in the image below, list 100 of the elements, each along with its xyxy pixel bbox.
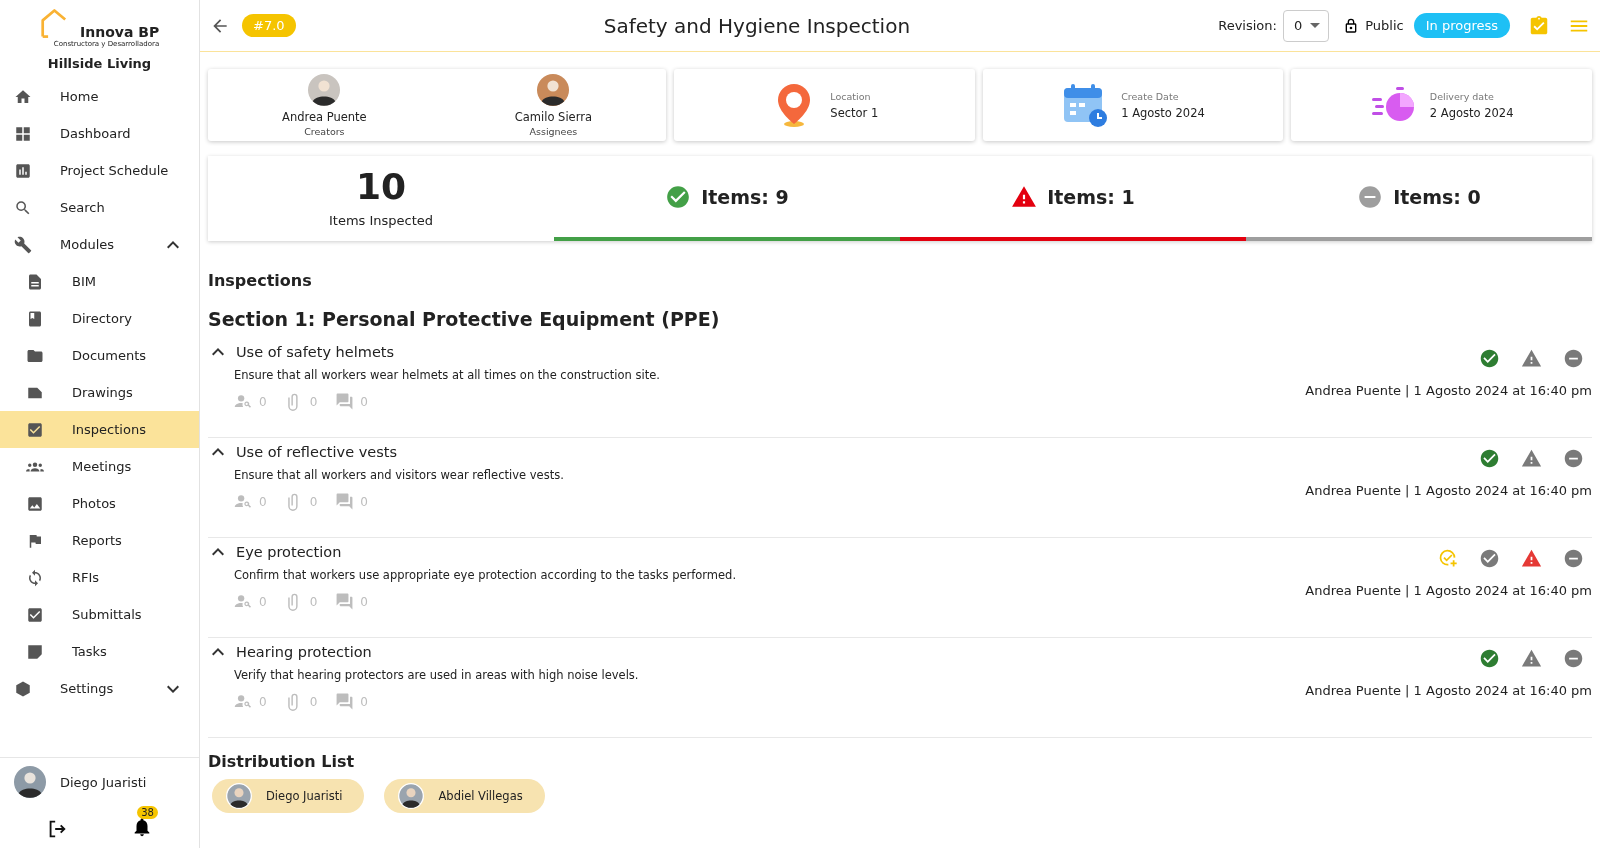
caret-icon[interactable] (212, 348, 224, 356)
sidebar-item[interactable]: Photos (0, 485, 199, 522)
version-badge: #7.0 (242, 14, 296, 37)
note-icon (26, 642, 44, 661)
stat-count: Items: 9 (701, 185, 789, 208)
attachment-count: 0 (309, 594, 318, 609)
sync-icon (26, 568, 44, 587)
warning-icon[interactable] (1521, 348, 1542, 369)
person-name: Andrea Puente (282, 109, 367, 124)
sidebar-item[interactable]: Documents (0, 337, 199, 374)
person-name: Camilo Sierra (514, 109, 592, 124)
sidebar-item[interactable]: Inspections (0, 411, 199, 448)
revision-label: Revision: (1218, 18, 1277, 33)
section-title: Section 1: Personal Protective Equipment (PPE) (208, 308, 721, 330)
sidebar-item[interactable]: Settings (0, 670, 199, 707)
stat-count: Items: 0 (1393, 185, 1481, 208)
comment-count: 0 (360, 494, 368, 509)
total-count: 10 (355, 169, 407, 205)
avatar (308, 73, 341, 106)
attachment-count: 0 (309, 694, 318, 709)
item-description: Confirm that workers use appropriate eye protection according to the tasks performed. (234, 568, 737, 582)
revision-select[interactable]: 0 (1282, 9, 1330, 42)
caret-icon[interactable] (212, 448, 224, 456)
comment-count: 0 (360, 394, 368, 409)
person-chip[interactable]: Diego Juaristi (212, 779, 365, 813)
settings-icon (14, 679, 32, 698)
item-description: Ensure that all workers wear helmets at all times on the construction site. (234, 368, 660, 382)
sidebar-item[interactable]: Dashboard (0, 115, 199, 152)
sidebar-item[interactable]: Reports (0, 522, 199, 559)
avatar (537, 73, 570, 106)
item-author: Andrea Puente | 1 Agosto 2024 at 16:40 pm (1305, 383, 1592, 398)
person-chip[interactable]: Abdiel Villegas (384, 779, 545, 813)
project-name: Hillside Living (47, 56, 152, 71)
dropdown-caret-icon (1310, 23, 1321, 28)
sidebar-item[interactable]: Drawings (0, 374, 199, 411)
sidebar-item[interactable]: Search (0, 189, 199, 226)
distribution-heading: Distribution List (208, 752, 356, 771)
sidebar-item[interactable]: Modules (0, 226, 199, 263)
sidebar-item[interactable]: Project Schedule (0, 152, 199, 189)
avatar (226, 783, 252, 809)
warning-icon[interactable] (1521, 448, 1542, 469)
sidebar-item[interactable]: Submittals (0, 596, 199, 633)
avatar (398, 783, 425, 809)
item-description: Ensure that all workers and visitors wear reflective vests. (234, 468, 564, 482)
caret-icon[interactable] (212, 648, 224, 656)
assignee-count: 0 (259, 594, 267, 609)
total-label: Items Inspected (328, 213, 434, 228)
stat-count: Items: 1 (1047, 185, 1135, 208)
book-icon (26, 309, 44, 328)
attachment-count: 0 (309, 394, 318, 409)
info-value: 1 Agosto 2024 (1121, 105, 1205, 120)
search-icon (14, 198, 32, 217)
assignee-count: 0 (259, 394, 267, 409)
sidebar-item[interactable]: Tasks (0, 633, 199, 670)
tools-icon (14, 235, 32, 254)
info-label: Create Date (1121, 90, 1180, 102)
assignee-count: 0 (259, 494, 267, 509)
page-title: Safety and Hygiene Inspection (602, 13, 912, 38)
warning-icon[interactable] (1521, 548, 1542, 569)
sidebar-item[interactable]: Meetings (0, 448, 199, 485)
info-label: Location (830, 90, 872, 102)
item-author: Andrea Puente | 1 Agosto 2024 at 16:40 pm (1305, 583, 1592, 598)
user-name: Diego Juaristi (60, 774, 147, 790)
info-value: Sector 1 (830, 105, 879, 120)
assignee-count: 0 (259, 694, 267, 709)
comments-icon (335, 692, 355, 711)
document-icon (26, 272, 44, 291)
notification-badge: 38 (137, 806, 158, 819)
image-icon (26, 494, 44, 513)
item-title: Use of reflective vests (236, 444, 397, 460)
comments-icon (335, 392, 355, 411)
calendar-icon (1061, 81, 1110, 129)
caret-icon[interactable] (212, 548, 224, 556)
section-heading: Inspections (208, 271, 313, 290)
info-value: 2 Agosto 2024 (1429, 105, 1514, 120)
item-title: Eye protection (236, 544, 342, 560)
warning-icon[interactable] (1521, 648, 1542, 669)
check-plus-icon[interactable] (1437, 548, 1458, 569)
person-role: Assignees (529, 125, 578, 137)
sidebar-item[interactable]: RFIs (0, 559, 199, 596)
sidebar-item[interactable]: Home (0, 78, 199, 115)
status-pill: In progress (1413, 13, 1510, 38)
item-title: Use of safety helmets (236, 344, 395, 360)
comments-icon (335, 492, 355, 511)
checkbox-icon (26, 420, 44, 439)
logo-name: Innova BP (80, 24, 160, 40)
person-role: Creators (304, 125, 345, 137)
comment-count: 0 (360, 694, 368, 709)
bar-chart-icon (14, 161, 32, 180)
visibility-label: Public (1365, 18, 1404, 33)
clipboard-check-icon[interactable] (1528, 14, 1550, 37)
sidebar-item[interactable]: Directory (0, 300, 199, 337)
clipboard-check-icon (26, 605, 44, 624)
item-title: Hearing protection (236, 644, 372, 660)
info-label: Delivery date (1429, 90, 1495, 102)
item-description: Verify that hearing protectors are used in areas with high noise levels. (234, 668, 639, 682)
sidebar-item[interactable]: BIM (0, 263, 199, 300)
dashboard-icon (14, 124, 32, 143)
comments-icon (335, 592, 355, 611)
attachment-count: 0 (309, 494, 318, 509)
